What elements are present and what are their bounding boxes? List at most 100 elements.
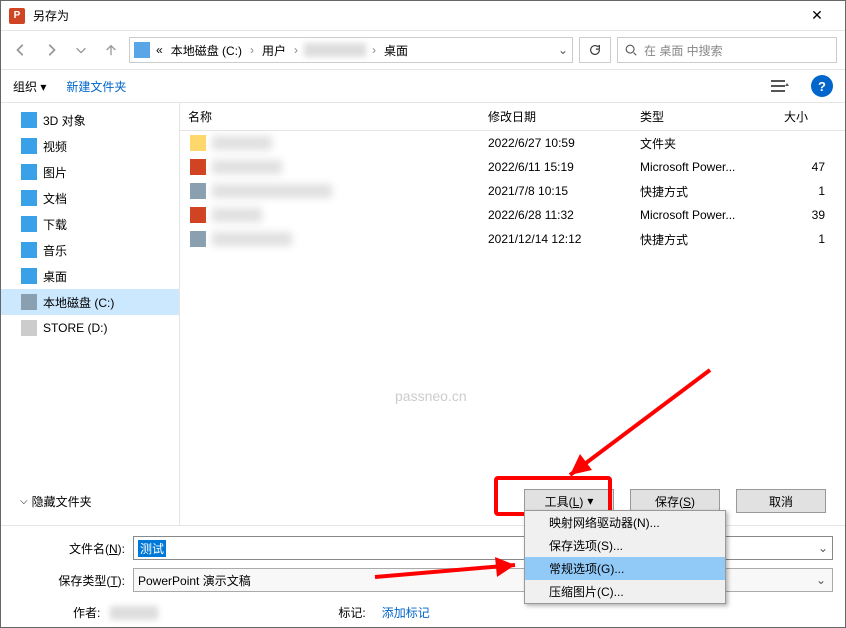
- file-list: 名称 修改日期 类型 大小 x2022/6/27 10:59文件夹x2022/6…: [179, 103, 845, 525]
- sidebar-item-icon: [21, 216, 37, 232]
- sidebar-item-icon: [21, 112, 37, 128]
- file-date: 2022/6/28 11:32: [480, 208, 632, 222]
- column-size[interactable]: 大小: [776, 108, 845, 125]
- file-type: 快捷方式: [632, 231, 776, 248]
- window-title: 另存为: [33, 7, 797, 24]
- chevron-right-icon: ›: [370, 43, 378, 57]
- command-bar: 组织 ▾ 新建文件夹 ?: [1, 69, 845, 103]
- chevron-down-icon: ⌵: [20, 496, 28, 507]
- refresh-button[interactable]: [579, 37, 611, 63]
- file-name-hidden: x: [212, 232, 292, 246]
- filename-input[interactable]: 测试 ⌄: [133, 536, 833, 560]
- file-name-hidden: x: [212, 184, 332, 198]
- new-folder-button[interactable]: 新建文件夹: [66, 78, 126, 95]
- file-size: 1: [776, 232, 845, 246]
- forward-button[interactable]: [39, 38, 63, 62]
- file-type: 快捷方式: [632, 183, 776, 200]
- sidebar-item[interactable]: 音乐: [1, 237, 179, 263]
- sidebar-item-icon: [21, 138, 37, 154]
- sidebar-item[interactable]: 桌面: [1, 263, 179, 289]
- dropdown-item[interactable]: 压缩图片(C)...: [525, 580, 725, 603]
- sidebar-item[interactable]: 文档: [1, 185, 179, 211]
- title-bar: P 另存为 ✕: [1, 1, 845, 31]
- savetype-combo[interactable]: PowerPoint 演示文稿 ⌄: [133, 568, 833, 592]
- file-row[interactable]: x2021/12/14 12:12快捷方式1: [180, 227, 845, 251]
- sidebar-item[interactable]: 下载: [1, 211, 179, 237]
- file-row[interactable]: x 2021/7/8 10:15快捷方式1: [180, 179, 845, 203]
- sidebar-item-label: 图片: [43, 164, 67, 181]
- breadcrumb-desktop[interactable]: 桌面: [382, 42, 410, 59]
- file-row[interactable]: x2022/6/28 11:32Microsoft Power...39: [180, 203, 845, 227]
- file-name-hidden: x: [212, 160, 282, 174]
- savetype-dropdown-icon[interactable]: ⌄: [816, 573, 826, 587]
- sidebar-item[interactable]: 视频: [1, 133, 179, 159]
- column-date[interactable]: 修改日期: [480, 108, 632, 125]
- up-button[interactable]: [99, 38, 123, 62]
- close-icon[interactable]: ✕: [797, 7, 837, 24]
- file-size: 39: [776, 208, 845, 222]
- search-placeholder: 在 桌面 中搜索: [644, 42, 723, 59]
- filename-dropdown-icon[interactable]: ⌄: [818, 541, 828, 555]
- savetype-value: PowerPoint 演示文稿: [138, 572, 251, 589]
- sidebar-item-icon: [21, 268, 37, 284]
- tag-label: 标记:: [338, 604, 365, 621]
- breadcrumb-overflow[interactable]: «: [154, 43, 165, 57]
- nav-bar: « 本地磁盘 (C:) › 用户 › ████ › 桌面 ⌄ 在 桌面 中搜索: [1, 31, 845, 69]
- file-size: 47: [776, 160, 845, 174]
- sidebar-item[interactable]: 本地磁盘 (C:): [1, 289, 179, 315]
- help-button[interactable]: ?: [811, 75, 833, 97]
- view-options-button[interactable]: [769, 75, 791, 97]
- file-type: 文件夹: [632, 135, 776, 152]
- savetype-label: 保存类型(T):: [13, 572, 133, 589]
- chevron-right-icon: ›: [292, 43, 300, 57]
- file-icon: [190, 183, 206, 199]
- file-icon: [190, 207, 206, 223]
- search-input[interactable]: 在 桌面 中搜索: [617, 37, 837, 63]
- sidebar-item-label: 文档: [43, 190, 67, 207]
- sidebar-item[interactable]: 3D 对象: [1, 107, 179, 133]
- folder-icon: [134, 42, 150, 58]
- dropdown-item[interactable]: 常规选项(G)...: [525, 557, 725, 580]
- recent-button[interactable]: [69, 38, 93, 62]
- file-icon: [190, 159, 206, 175]
- sidebar-item-icon: [21, 294, 37, 310]
- cancel-button[interactable]: 取消: [736, 489, 826, 513]
- author-value-hidden[interactable]: [110, 606, 158, 620]
- add-tag-link[interactable]: 添加标记: [382, 604, 430, 621]
- file-row[interactable]: x 2022/6/27 10:59文件夹: [180, 131, 845, 155]
- address-dropdown-icon[interactable]: ⌄: [558, 43, 568, 57]
- tools-dropdown-menu: 映射网络驱动器(N)...保存选项(S)...常规选项(G)...压缩图片(C)…: [524, 510, 726, 604]
- file-icon: [190, 135, 206, 151]
- sidebar-item-icon: [21, 190, 37, 206]
- hide-folders-toggle[interactable]: ⌵ 隐藏文件夹: [20, 493, 92, 510]
- breadcrumb-user-hidden[interactable]: ████: [304, 43, 366, 57]
- sidebar-item[interactable]: STORE (D:): [1, 315, 179, 341]
- sidebar-item-label: 3D 对象: [43, 112, 86, 129]
- dropdown-item[interactable]: 保存选项(S)...: [525, 534, 725, 557]
- organize-button[interactable]: 组织 ▾: [13, 78, 46, 95]
- breadcrumb-users[interactable]: 用户: [260, 42, 288, 59]
- back-button[interactable]: [9, 38, 33, 62]
- file-type: Microsoft Power...: [632, 160, 776, 174]
- file-size: 1: [776, 184, 845, 198]
- column-headers[interactable]: 名称 修改日期 类型 大小: [180, 103, 845, 131]
- dropdown-item[interactable]: 映射网络驱动器(N)...: [525, 511, 725, 534]
- sidebar-item-label: 下载: [43, 216, 67, 233]
- file-date: 2022/6/11 15:19: [480, 160, 632, 174]
- chevron-right-icon: ›: [248, 43, 256, 57]
- caret-down-icon: ▾: [587, 494, 593, 508]
- sidebar-item-icon: [21, 164, 37, 180]
- sidebar-item[interactable]: 图片: [1, 159, 179, 185]
- file-name-hidden: x: [212, 136, 272, 150]
- file-date: 2021/7/8 10:15: [480, 184, 632, 198]
- powerpoint-icon: P: [9, 8, 25, 24]
- navigation-pane[interactable]: 3D 对象视频图片文档下载音乐桌面本地磁盘 (C:) STORE (D:): [1, 103, 179, 525]
- address-bar[interactable]: « 本地磁盘 (C:) › 用户 › ████ › 桌面 ⌄: [129, 37, 573, 63]
- column-name[interactable]: 名称: [180, 108, 480, 125]
- sidebar-item-label: 本地磁盘 (C:): [43, 294, 114, 311]
- breadcrumb-drive[interactable]: 本地磁盘 (C:): [169, 42, 244, 59]
- file-date: 2022/6/27 10:59: [480, 136, 632, 150]
- sidebar-item-icon: [21, 320, 37, 336]
- column-type[interactable]: 类型: [632, 108, 776, 125]
- file-row[interactable]: x 2022/6/11 15:19Microsoft Power...47: [180, 155, 845, 179]
